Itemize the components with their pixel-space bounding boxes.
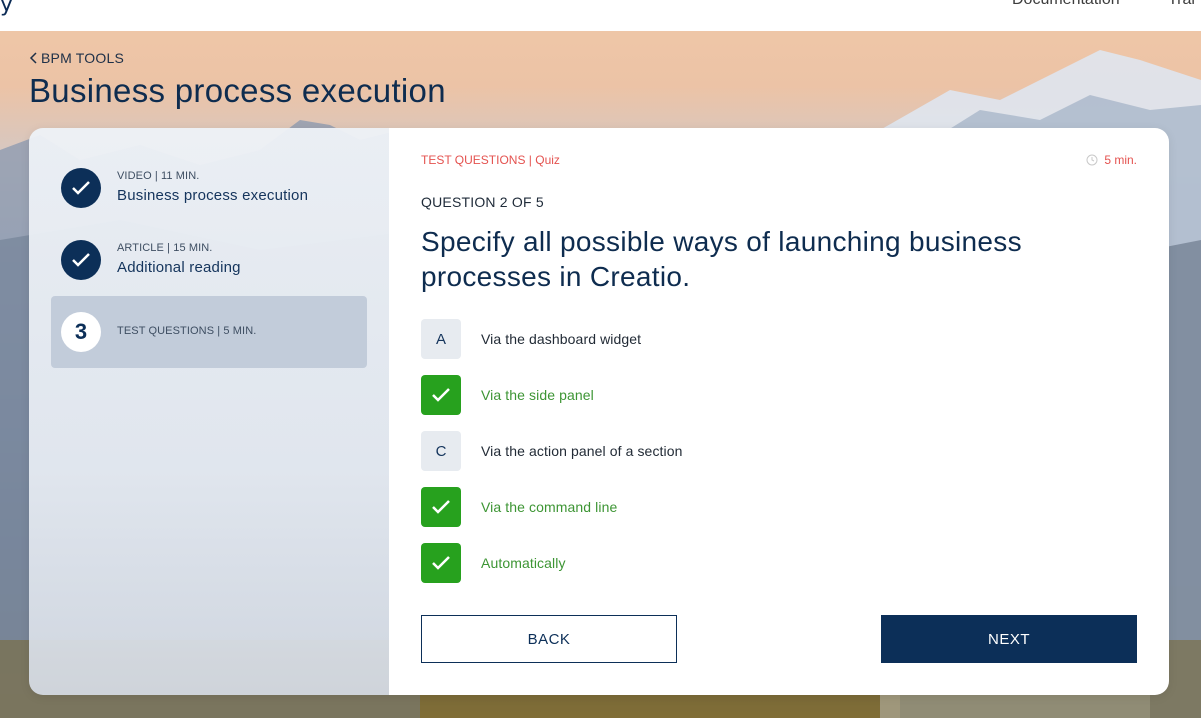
step-title: Business process execution (117, 187, 309, 204)
answer-option-b[interactable]: Via the side panel (421, 375, 594, 415)
answer-label: Via the action panel of a section (481, 443, 683, 459)
answer-label: Via the dashboard widget (481, 331, 642, 347)
step-meta: VIDEO | 11 MIN. (117, 170, 200, 182)
site-logo[interactable]: y (0, 0, 13, 17)
answer-checkbox-checked[interactable] (421, 487, 461, 527)
duration-label: 5 min. (1104, 153, 1137, 167)
answer-option-e[interactable]: Automatically (421, 543, 566, 583)
step-test-questions[interactable]: 3 TEST QUESTIONS | 5 MIN. (51, 296, 367, 368)
answer-label: Automatically (481, 555, 566, 571)
checkmark-icon (72, 181, 90, 195)
answer-key-badge[interactable]: A (421, 319, 461, 359)
question-text: Specify all possible ways of launching b… (421, 226, 1022, 292)
step-number-badge: 3 (61, 312, 101, 352)
answer-label: Via the side panel (481, 387, 594, 403)
answer-option-a[interactable]: A Via the dashboard widget (421, 319, 641, 359)
checkmark-icon (432, 388, 450, 402)
quiz-duration: 5 min. (1086, 153, 1137, 167)
answer-option-c[interactable]: C Via the action panel of a section (421, 431, 683, 471)
quiz-meta: TEST QUESTIONS | Quiz (421, 153, 560, 167)
answer-option-d[interactable]: Via the command line (421, 487, 617, 527)
step-video[interactable]: VIDEO | 11 MIN. Business process executi… (51, 152, 367, 224)
quiz-panel: TEST QUESTIONS | Quiz 5 min. QUESTION 2 … (389, 128, 1169, 695)
step-title: Additional reading (117, 259, 241, 276)
nav-documentation-link[interactable]: Documentation (1012, 0, 1120, 9)
step-meta: ARTICLE | 15 MIN. (117, 242, 213, 254)
step-article[interactable]: ARTICLE | 15 MIN. Additional reading (51, 224, 367, 296)
lesson-steps-sidebar: VIDEO | 11 MIN. Business process executi… (29, 128, 389, 695)
back-button[interactable]: BACK (421, 615, 677, 663)
answer-label: Via the command line (481, 499, 618, 515)
step-meta: TEST QUESTIONS | 5 MIN. (117, 325, 257, 337)
nav-training-link[interactable]: Trai (1168, 0, 1195, 9)
question-counter: QUESTION 2 OF 5 (421, 194, 544, 210)
breadcrumb-label: BPM TOOLS (41, 50, 124, 66)
page-title: Business process execution (29, 72, 446, 109)
step-completed-badge (61, 168, 101, 208)
top-navigation-bar: y Documentation Trai (0, 0, 1201, 31)
answer-checkbox-checked[interactable] (421, 375, 461, 415)
chevron-left-icon (29, 52, 37, 64)
lesson-card: VIDEO | 11 MIN. Business process executi… (29, 128, 1169, 695)
checkmark-icon (432, 500, 450, 514)
step-completed-badge (61, 240, 101, 280)
checkmark-icon (432, 556, 450, 570)
answer-key-badge[interactable]: C (421, 431, 461, 471)
checkmark-icon (72, 253, 90, 267)
clock-icon (1086, 154, 1098, 166)
answer-checkbox-checked[interactable] (421, 543, 461, 583)
next-button[interactable]: NEXT (881, 615, 1137, 663)
breadcrumb-back-link[interactable]: BPM TOOLS (29, 50, 124, 66)
